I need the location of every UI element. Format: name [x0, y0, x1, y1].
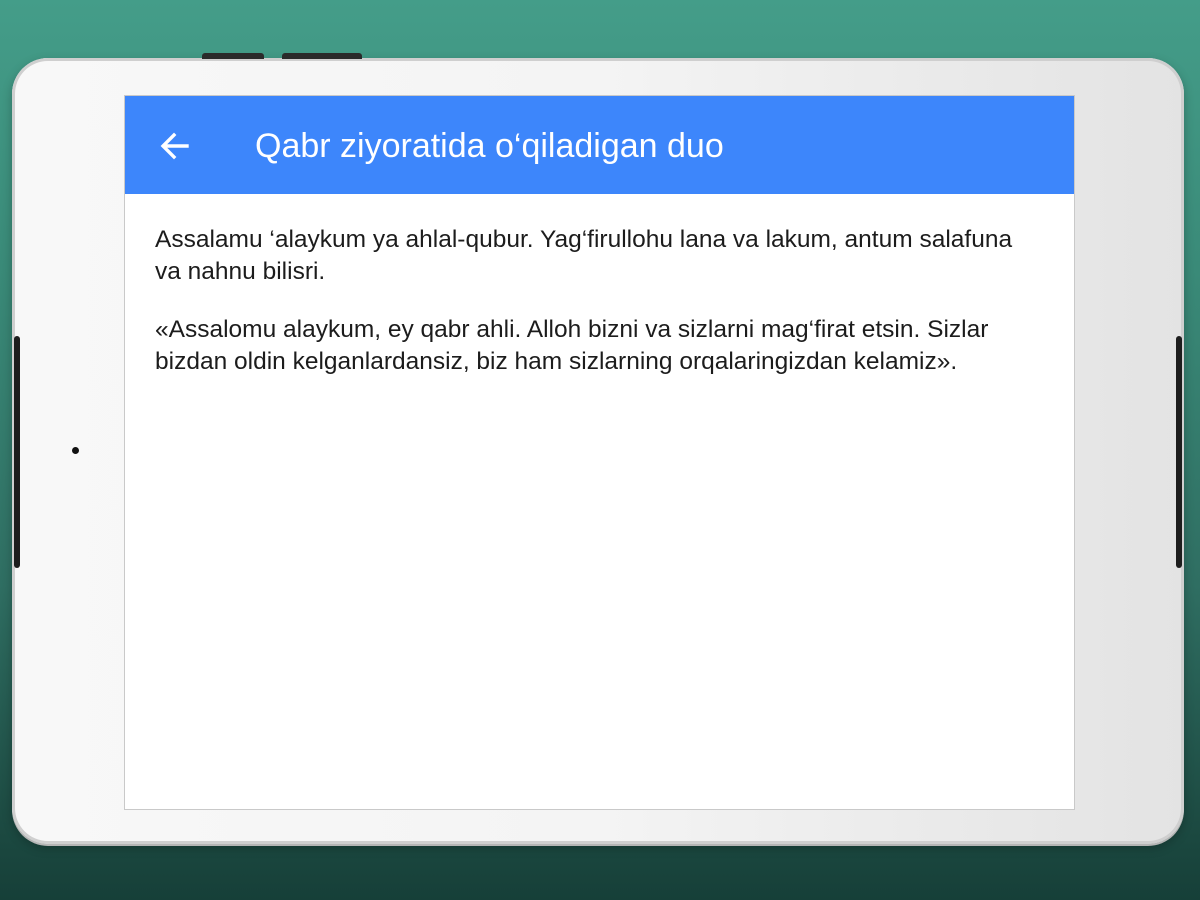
app-bar: Qabr ziyoratida o‘qiladigan duo	[125, 96, 1074, 194]
transliteration-paragraph: Assalamu ‘alaykum ya ahlal-qubur. Yag‘fi…	[155, 226, 1013, 285]
page-title: Qabr ziyoratida o‘qiladigan duo	[255, 127, 724, 165]
translation-paragraph: «Assalomu alaykum, ey qabr ahli. Alloh b…	[155, 316, 989, 375]
back-button[interactable]	[153, 124, 197, 168]
prayer-text: Assalamu ‘alaykum ya ahlal-qubur. Yag‘fi…	[155, 224, 1035, 404]
tablet-frame: Qabr ziyoratida o‘qiladigan duo Assalamu…	[12, 53, 1184, 844]
tablet-side-edge-left	[14, 336, 20, 568]
power-button	[282, 53, 362, 59]
tablet-side-edge-right	[1176, 336, 1182, 568]
app-screen: Qabr ziyoratida o‘qiladigan duo Assalamu…	[124, 95, 1075, 810]
arrow-left-icon	[159, 130, 191, 162]
volume-button	[202, 53, 264, 59]
camera-icon	[72, 447, 79, 454]
